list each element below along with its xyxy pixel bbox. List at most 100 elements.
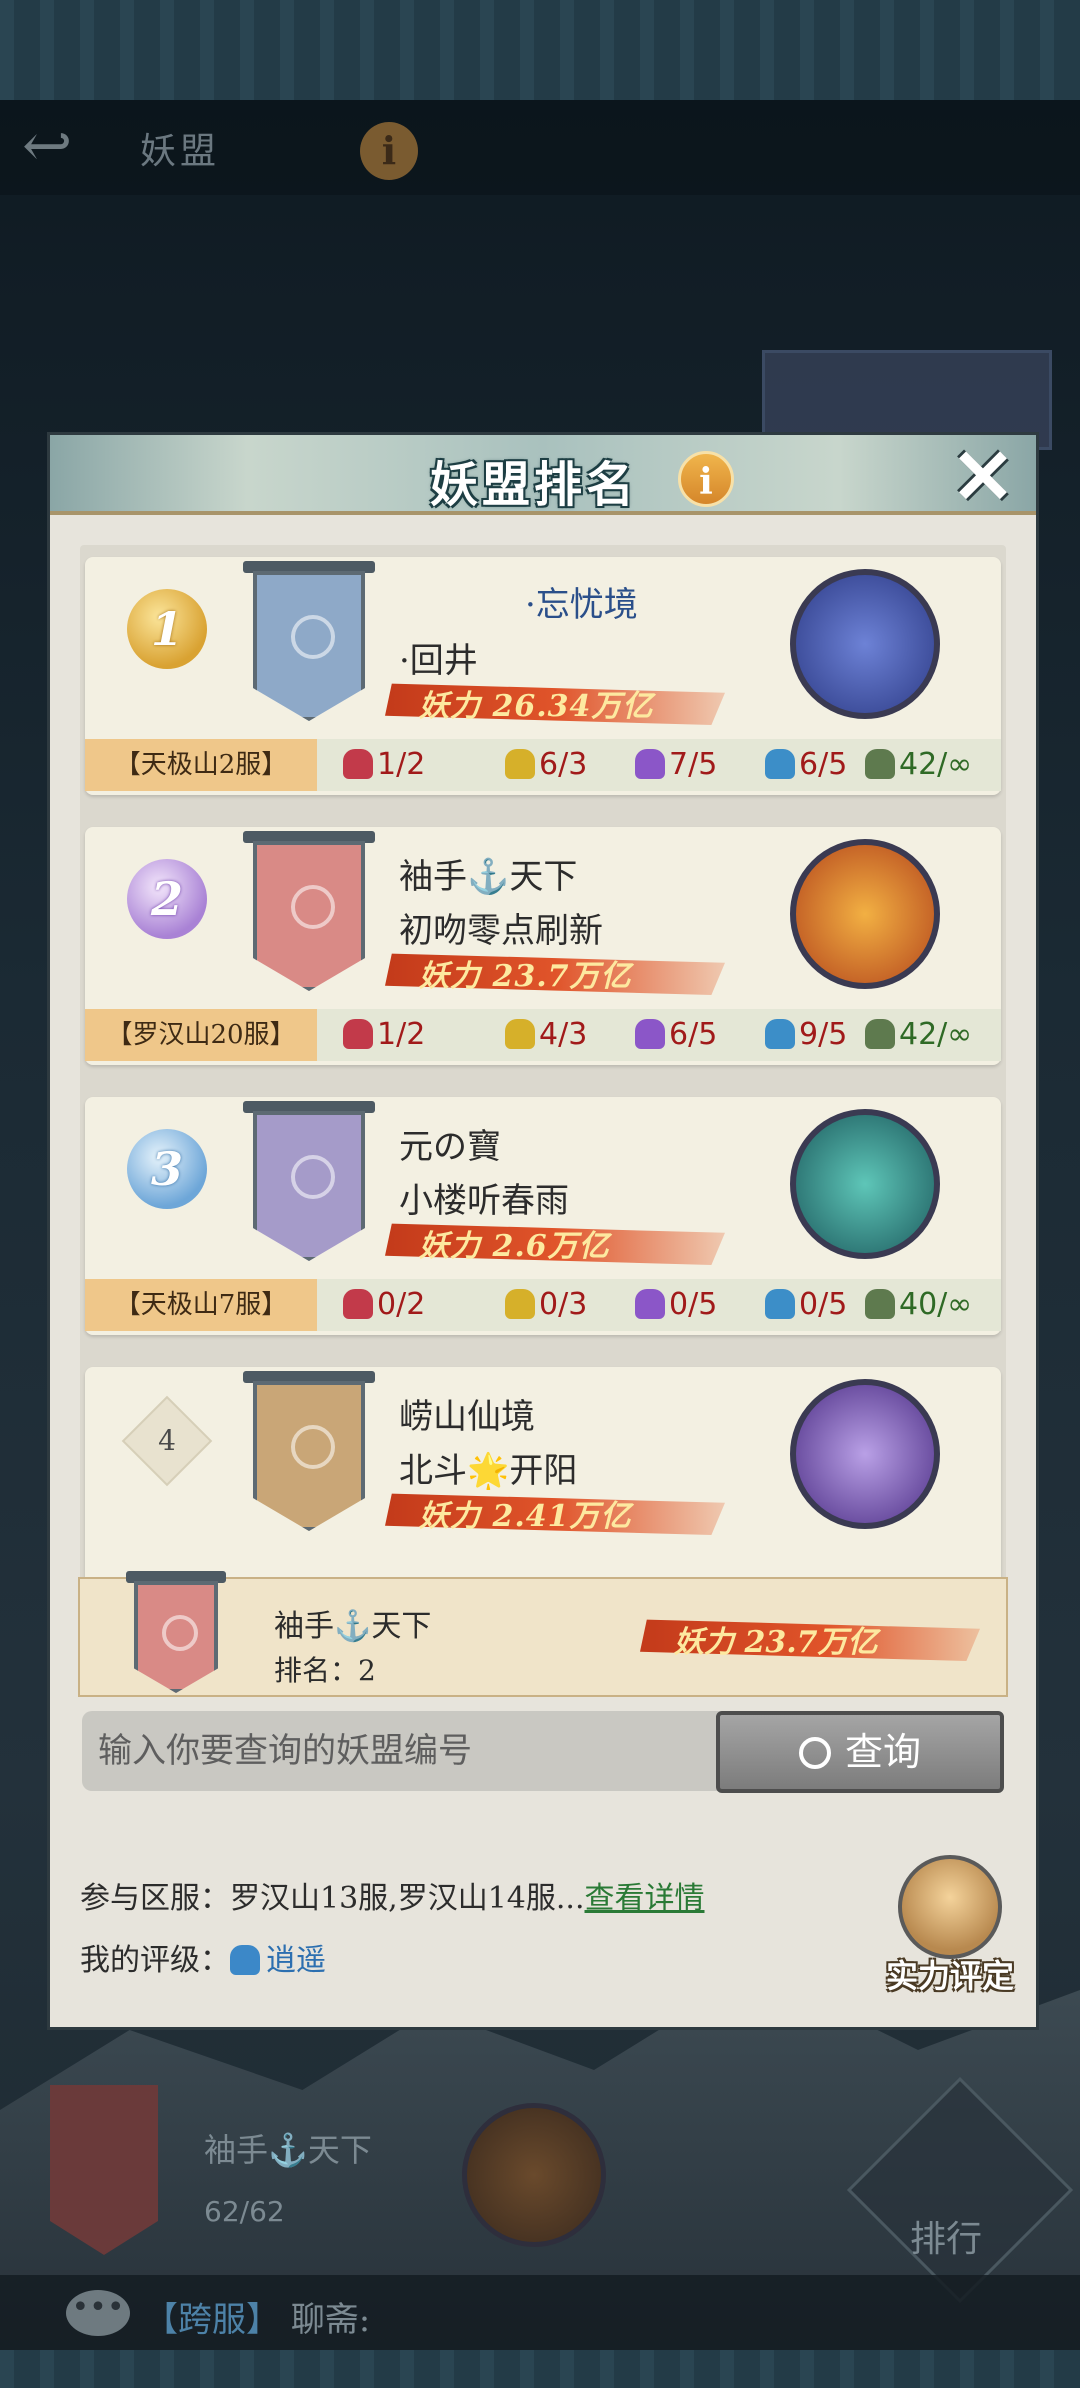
- info-icon[interactable]: i: [360, 122, 418, 180]
- crest-icon: [462, 2103, 606, 2247]
- grade-icon: [230, 1945, 260, 1975]
- pet-purple-icon: [635, 749, 665, 779]
- background-guild-name: 袖手⚓天下: [204, 2131, 372, 2169]
- stat-yellow: 4/3: [505, 1009, 587, 1061]
- chat-channel: 【跨服】: [144, 2300, 280, 2340]
- guild-banner-icon: [243, 561, 375, 721]
- guild-name: 崂山仙境: [399, 1397, 535, 1437]
- ranking-list[interactable]: 1 ·忘忧境 ·回井 妖力 26.34万亿 【天极山2服】 1/2 6/3 7/…: [80, 545, 1006, 1695]
- pet-purple-icon: [635, 1289, 665, 1319]
- guild-name: ·忘忧境: [525, 585, 638, 625]
- close-icon[interactable]: ✕: [945, 439, 1021, 515]
- cat-avatar-icon: [898, 1855, 1002, 1959]
- modal-title: 妖盟排名: [430, 457, 639, 513]
- my-guild-power: 妖力 23.7万亿: [674, 1625, 878, 1660]
- chat-bubble-icon[interactable]: •••: [66, 2290, 130, 2336]
- stat-purple: 0/5: [635, 1279, 717, 1331]
- servers-label: 参与区服：: [80, 1881, 230, 1916]
- ranking-card-3[interactable]: 3 元の寶 小楼听春雨 妖力 2.6万亿 【天极山7服】 0/2 0/3 0/5…: [85, 1097, 1001, 1335]
- ranking-card-1[interactable]: 1 ·忘忧境 ·回井 妖力 26.34万亿 【天极山2服】 1/2 6/3 7/…: [85, 557, 1001, 795]
- search-button-label: 查询: [844, 1730, 921, 1774]
- server-tag: 【罗汉山20服】: [85, 1009, 317, 1061]
- grade-value: 逍遥: [266, 1943, 326, 1978]
- guild-crest-icon: [790, 1379, 940, 1529]
- stat-blue: 0/5: [765, 1279, 847, 1331]
- grade-label: 我的评级：: [80, 1943, 230, 1978]
- pet-red-icon: [343, 1289, 373, 1319]
- guild-id-search-input[interactable]: [82, 1711, 732, 1791]
- my-guild-row[interactable]: 袖手⚓天下 排名：2 妖力 23.7万亿: [78, 1571, 1008, 1697]
- top-pattern-strip: [0, 0, 1080, 100]
- power-value: 妖力 2.6万亿: [419, 1229, 610, 1264]
- power-value: 妖力 2.41万亿: [419, 1499, 632, 1534]
- guild-banner-icon: [243, 1101, 375, 1261]
- power-value: 妖力 26.34万亿: [419, 689, 654, 724]
- info-icon[interactable]: i: [678, 451, 734, 507]
- rank-medal-gold-icon: 1: [127, 589, 207, 669]
- stat-green: 40/∞: [865, 1279, 972, 1331]
- stat-yellow: 6/3: [505, 739, 587, 791]
- search-icon: [798, 1737, 831, 1769]
- leader-name: 北斗🌟开阳: [399, 1451, 578, 1491]
- ranking-card-4[interactable]: 4 崂山仙境 北斗🌟开阳 妖力 2.41万亿: [85, 1367, 1001, 1605]
- guild-crest-icon: [790, 1109, 940, 1259]
- back-arrow-icon[interactable]: ↩: [22, 116, 104, 176]
- rank-badge: 4: [121, 1395, 213, 1487]
- power-value: 妖力 23.7万亿: [419, 959, 632, 994]
- stat-green: 42/∞: [865, 739, 972, 791]
- background-my-guild: 袖手⚓天下 62/62: [44, 2085, 606, 2255]
- guild-ranking-modal: 妖盟排名 i ✕ 1 ·忘忧境 ·回井 妖力 26.34万亿 【天极山2服】 1…: [47, 432, 1039, 2030]
- servers-value: 罗汉山13服,罗汉山14服...: [230, 1881, 585, 1916]
- pet-green-icon: [865, 1289, 895, 1319]
- server-tag: 【天极山2服】: [85, 739, 317, 791]
- bottom-pattern-strip: [0, 2350, 1080, 2388]
- chat-preview[interactable]: 【跨服】 聊斋:: [144, 2292, 370, 2341]
- my-guild-name: 袖手⚓天下: [274, 1609, 432, 1644]
- strength-evaluation-button[interactable]: 实力评定: [880, 1855, 1020, 2005]
- pet-blue-icon: [765, 749, 795, 779]
- chat-label: 聊斋:: [290, 2300, 371, 2340]
- pet-blue-icon: [765, 1289, 795, 1319]
- stat-purple: 7/5: [635, 739, 717, 791]
- stat-red: 1/2: [343, 739, 425, 791]
- pet-blue-icon: [765, 1019, 795, 1049]
- modal-header: 妖盟排名 i ✕: [50, 435, 1036, 515]
- pet-green-icon: [865, 749, 895, 779]
- pet-green-icon: [865, 1019, 895, 1049]
- pet-yellow-icon: [505, 749, 535, 779]
- stat-blue: 6/5: [765, 739, 847, 791]
- pet-yellow-icon: [505, 1289, 535, 1319]
- card-footer: 【天极山7服】 0/2 0/3 0/5 0/5 40/∞: [85, 1279, 1001, 1331]
- participating-servers: 参与区服：罗汉山13服,罗汉山14服...查看详情: [80, 1873, 705, 1917]
- guild-name: 袖手⚓天下: [399, 857, 578, 897]
- rank-medal-purple-icon: 2: [127, 859, 207, 939]
- view-details-link[interactable]: 查看详情: [585, 1881, 705, 1916]
- stat-red: 0/2: [343, 1279, 425, 1331]
- stat-purple: 6/5: [635, 1009, 717, 1061]
- leader-name: ·回井: [399, 641, 478, 681]
- card-footer: 【罗汉山20服】 1/2 4/3 6/5 9/5 42/∞: [85, 1009, 1001, 1061]
- background-member-count: 62/62: [204, 2195, 285, 2228]
- guild-banner-icon: [243, 831, 375, 991]
- strength-evaluation-label: 实力评定: [885, 1957, 1014, 1995]
- search-button[interactable]: 查询: [716, 1711, 1004, 1793]
- stat-yellow: 0/3: [505, 1279, 587, 1331]
- leader-name: 小楼听春雨: [399, 1181, 569, 1221]
- stat-blue: 9/5: [765, 1009, 847, 1061]
- pet-purple-icon: [635, 1019, 665, 1049]
- ranking-button-label: 排行: [910, 2219, 983, 2260]
- pet-red-icon: [343, 1019, 373, 1049]
- server-tag: 【天极山7服】: [85, 1279, 317, 1331]
- card-footer: 【天极山2服】 1/2 6/3 7/5 6/5 42/∞: [85, 739, 1001, 791]
- page-title: 妖盟: [140, 131, 221, 172]
- my-guild-rank: 排名：2: [274, 1654, 376, 1687]
- guild-banner-icon: [243, 1371, 375, 1531]
- pet-red-icon: [343, 749, 373, 779]
- guild-banner-icon: [126, 1571, 226, 1693]
- ranking-card-2[interactable]: 2 袖手⚓天下 初吻零点刷新 妖力 23.7万亿 【罗汉山20服】 1/2 4/…: [85, 827, 1001, 1065]
- my-grade: 我的评级： 逍遥: [80, 1935, 326, 1979]
- guild-crest-icon: [790, 839, 940, 989]
- stat-red: 1/2: [343, 1009, 425, 1061]
- leader-name: 初吻零点刷新: [399, 911, 603, 951]
- pet-yellow-icon: [505, 1019, 535, 1049]
